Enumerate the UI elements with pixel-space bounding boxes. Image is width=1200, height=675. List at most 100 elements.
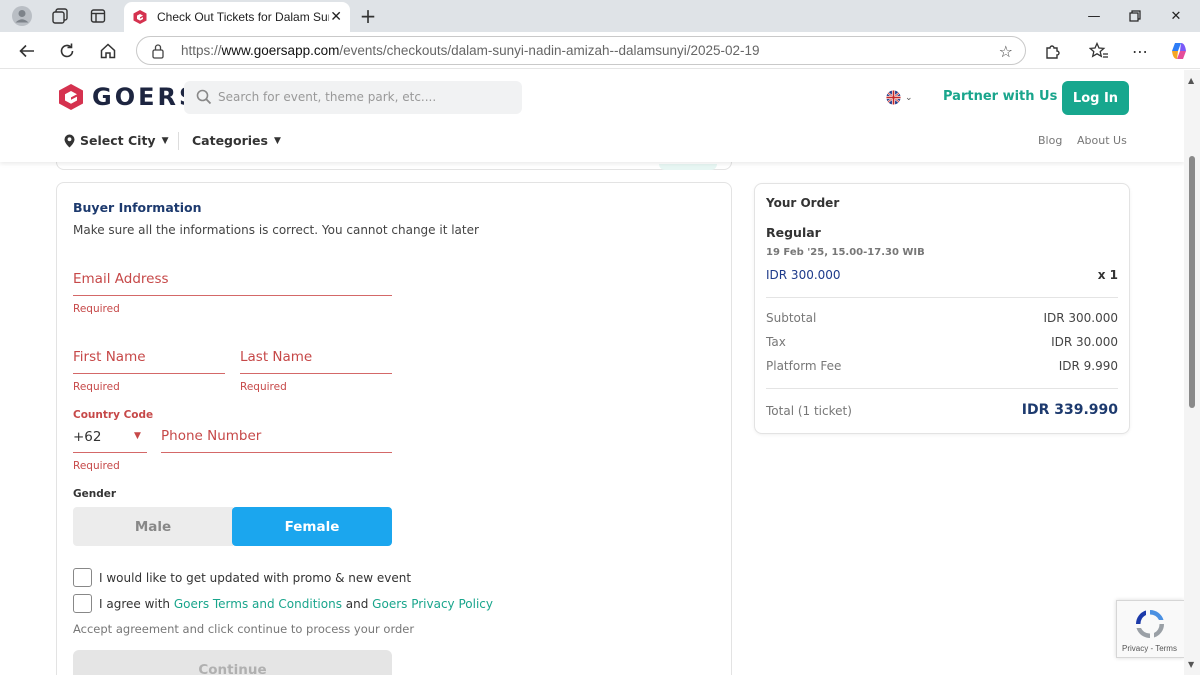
home-icon[interactable] [97, 40, 119, 62]
blog-link[interactable]: Blog [1038, 134, 1062, 147]
more-options-icon[interactable]: ⋯ [1129, 40, 1151, 62]
buyer-information-title: Buyer Information [73, 200, 202, 215]
buyer-information-subtitle: Make sure all the informations is correc… [73, 223, 479, 237]
select-city-dropdown[interactable]: Select City ▼ [64, 133, 168, 148]
uk-flag-icon [886, 90, 901, 105]
browser-nav-bar: https://www.goersapp.com/events/checkout… [0, 32, 1200, 69]
order-title: Your Order [766, 196, 840, 210]
ticket-price: IDR 300.000 [766, 268, 841, 282]
caret-down-icon: ▼ [273, 135, 281, 146]
new-tab-icon[interactable]: + [356, 4, 380, 28]
country-code-label: Country Code [73, 409, 154, 421]
accept-agreement-note: Accept agreement and click continue to p… [73, 622, 415, 636]
total-label: Total (1 ticket) [766, 404, 852, 418]
subtotal-value: IDR 300.000 [1043, 311, 1118, 325]
favorite-star-icon[interactable]: ☆ [999, 42, 1013, 61]
site-info-lock-icon[interactable] [151, 43, 165, 59]
last-name-required-text: Required [240, 381, 287, 393]
recaptcha-badge[interactable]: Privacy - Terms [1116, 600, 1184, 658]
first-name-field[interactable]: First Name [73, 349, 146, 365]
previous-section-button[interactable] [659, 164, 717, 170]
email-field[interactable]: Email Address [73, 271, 169, 287]
location-pin-icon [64, 134, 75, 147]
ticket-quantity: x 1 [1097, 268, 1118, 282]
ticket-date: 19 Feb '25, 15.00-17.30 WIB [766, 247, 925, 258]
first-name-underline [73, 373, 225, 374]
tax-label: Tax [766, 335, 786, 349]
browser-tab-bar: Check Out Tickets for Dalam Sunyi ✕ + — … [0, 0, 1200, 32]
order-divider [766, 388, 1118, 389]
email-underline [73, 295, 392, 296]
url-text: https://www.goersapp.com/events/checkout… [181, 43, 760, 58]
promo-checkbox-label: I would like to get updated with promo &… [99, 571, 412, 585]
continue-button[interactable]: Continue [73, 650, 392, 675]
about-us-link[interactable]: About Us [1077, 134, 1127, 147]
phone-number-underline [161, 452, 392, 453]
country-code-select[interactable]: +62 [73, 429, 102, 445]
partner-with-us-link[interactable]: Partner with Us [943, 89, 1057, 104]
email-required-text: Required [73, 303, 120, 315]
scroll-up-icon[interactable]: ▲ [1188, 76, 1194, 85]
goers-favicon-icon [133, 10, 147, 24]
copilot-icon[interactable] [1168, 40, 1190, 62]
order-summary-card: Your Order Regular 19 Feb '25, 15.00-17.… [754, 183, 1130, 434]
extensions-icon[interactable] [1042, 40, 1064, 62]
goers-logo-icon [59, 84, 83, 110]
favorites-icon[interactable] [1088, 40, 1110, 62]
search-icon [196, 89, 212, 105]
platform-fee-value: IDR 9.990 [1058, 359, 1118, 373]
agree-checkbox-label: I agree with Goers Terms and Conditions … [99, 597, 493, 611]
nav-divider [178, 132, 179, 150]
phone-number-field[interactable]: Phone Number [161, 428, 261, 444]
caret-down-icon[interactable]: ▼ [134, 431, 141, 441]
caret-down-icon: ▼ [161, 135, 169, 146]
goers-logo[interactable]: GOERS [58, 83, 199, 111]
gender-label: Gender [73, 488, 117, 500]
workspaces-icon[interactable] [46, 4, 74, 28]
categories-label: Categories [192, 133, 268, 148]
recaptcha-icon [1135, 609, 1165, 639]
site-header: GOERS Search for event, theme park, etc.… [0, 70, 1184, 162]
country-code-underline [73, 452, 147, 453]
phone-required-text: Required [73, 460, 120, 472]
address-bar[interactable]: https://www.goersapp.com/events/checkout… [136, 36, 1026, 65]
back-icon[interactable] [16, 40, 38, 62]
vertical-tabs-icon[interactable] [84, 4, 112, 28]
order-divider [766, 297, 1118, 298]
ticket-name: Regular [766, 225, 821, 240]
chevron-down-icon: ⌄ [905, 92, 913, 103]
privacy-policy-link[interactable]: Goers Privacy Policy [372, 597, 493, 611]
tab-title: Check Out Tickets for Dalam Sunyi [157, 10, 329, 24]
first-name-required-text: Required [73, 381, 120, 393]
gender-male-button[interactable]: Male [73, 507, 233, 546]
gender-female-button[interactable]: Female [232, 507, 392, 546]
login-button[interactable]: Log In [1062, 81, 1129, 115]
platform-fee-label: Platform Fee [766, 359, 842, 373]
search-placeholder: Search for event, theme park, etc.... [218, 90, 437, 104]
agree-checkbox[interactable] [73, 594, 92, 613]
browser-tab-active[interactable]: Check Out Tickets for Dalam Sunyi ✕ [124, 2, 350, 32]
refresh-icon[interactable] [56, 40, 78, 62]
tab-close-icon[interactable]: ✕ [330, 9, 342, 25]
subtotal-label: Subtotal [766, 311, 817, 325]
categories-dropdown[interactable]: Categories ▼ [192, 133, 281, 148]
last-name-underline [240, 373, 392, 374]
total-value: IDR 339.990 [1021, 402, 1118, 418]
profile-icon[interactable] [8, 4, 36, 28]
terms-link[interactable]: Goers Terms and Conditions [174, 597, 342, 611]
recaptcha-privacy-terms[interactable]: Privacy - Terms [1122, 644, 1177, 653]
scrollbar-thumb[interactable] [1189, 156, 1195, 408]
last-name-field[interactable]: Last Name [240, 349, 312, 365]
scroll-down-icon[interactable]: ▼ [1188, 660, 1194, 669]
tax-value: IDR 30.000 [1051, 335, 1118, 349]
select-city-label: Select City [80, 133, 156, 148]
search-input[interactable]: Search for event, theme park, etc.... [184, 81, 522, 114]
promo-checkbox[interactable] [73, 568, 92, 587]
minimize-icon[interactable]: — [1076, 6, 1112, 26]
page-scrollbar[interactable]: ▲ ▼ [1184, 70, 1200, 675]
buyer-information-card: Buyer Information Make sure all the info… [56, 182, 732, 675]
language-selector[interactable]: ⌄ [886, 90, 913, 105]
page-viewport: GOERS Search for event, theme park, etc.… [0, 70, 1184, 675]
restore-icon[interactable] [1117, 6, 1153, 26]
window-close-icon[interactable]: ✕ [1158, 6, 1194, 26]
